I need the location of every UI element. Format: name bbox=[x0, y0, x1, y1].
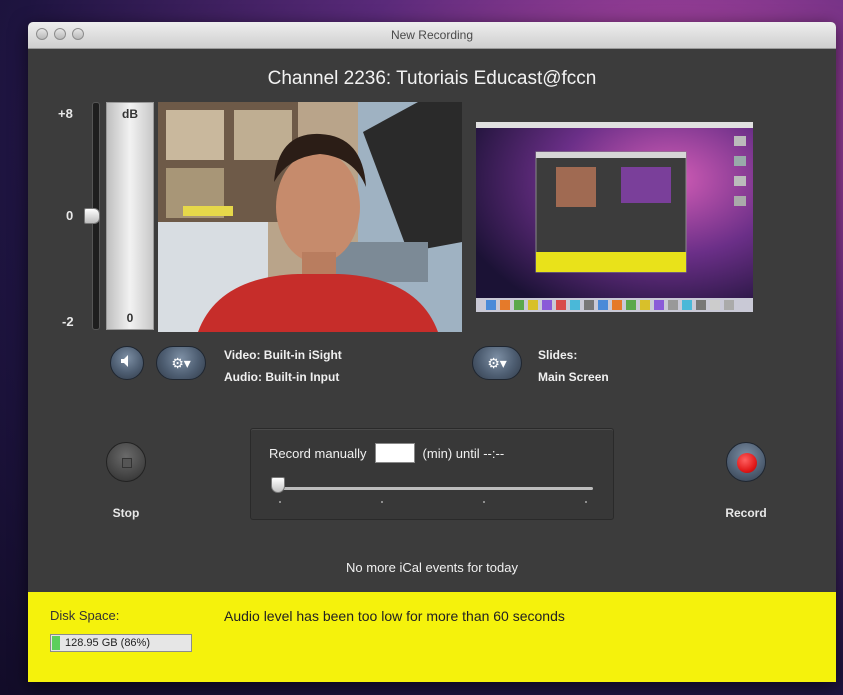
recording-window: New Recording Channel 2236: Tutoriais Ed… bbox=[28, 22, 836, 682]
camera-preview bbox=[158, 102, 462, 332]
slider-tick bbox=[279, 501, 281, 503]
slider-tick bbox=[585, 501, 587, 503]
gain-max-label: +8 bbox=[58, 106, 73, 121]
audio-level-meter: dB 0 bbox=[106, 102, 154, 330]
disk-space-fill bbox=[52, 636, 60, 650]
window-title: New Recording bbox=[390, 28, 474, 42]
gear-icon: ⚙▾ bbox=[487, 354, 507, 371]
gain-min-label: -2 bbox=[62, 314, 74, 329]
stop-icon bbox=[122, 458, 132, 468]
gear-icon: ⚙▾ bbox=[171, 354, 191, 371]
audio-warning: Audio level has been too low for more th… bbox=[224, 608, 565, 624]
record-manually-row: Record manually (min) until --:-- bbox=[269, 443, 504, 463]
meter-unit-label: dB bbox=[122, 107, 138, 121]
slides-source: Slides: Main Screen bbox=[538, 344, 609, 388]
gain-slider-knob[interactable] bbox=[84, 208, 100, 224]
record-manually-label: Record manually bbox=[269, 445, 367, 461]
ical-status: No more iCal events for today bbox=[346, 560, 518, 575]
slides-label: Slides: bbox=[538, 348, 578, 362]
duration-slider-track[interactable] bbox=[279, 487, 593, 490]
record-label: Record bbox=[725, 506, 767, 520]
channel-title: Channel 2236: Tutoriais Educast@fccn bbox=[267, 68, 597, 89]
video-settings-button[interactable]: ⚙▾ bbox=[156, 346, 206, 380]
speaker-icon bbox=[119, 353, 135, 374]
slides-value: Main Screen bbox=[538, 370, 609, 384]
gain-zero-label: 0 bbox=[66, 208, 74, 223]
mute-button[interactable] bbox=[110, 346, 144, 380]
video-source-value: Built-in iSight bbox=[263, 348, 342, 362]
slider-tick bbox=[381, 501, 383, 503]
slides-settings-button[interactable]: ⚙▾ bbox=[472, 346, 522, 380]
stop-label: Stop bbox=[112, 506, 140, 520]
audio-source-value: Built-in Input bbox=[265, 370, 340, 384]
record-button[interactable] bbox=[726, 442, 766, 482]
disk-space-value: 128.95 GB (86%) bbox=[65, 637, 150, 649]
record-icon bbox=[737, 453, 757, 473]
title-bar: New Recording bbox=[28, 22, 836, 49]
record-duration-panel: Record manually (min) until --:-- bbox=[250, 428, 614, 520]
audio-source-label: Audio: bbox=[224, 370, 262, 384]
disk-space-label: Disk Space: bbox=[50, 608, 120, 623]
stop-button[interactable] bbox=[106, 442, 146, 482]
status-bar: Disk Space: 128.95 GB (86%) Audio level … bbox=[28, 592, 836, 682]
minutes-input[interactable] bbox=[374, 443, 415, 463]
min-until-label: (min) until --:-- bbox=[422, 445, 505, 461]
slides-preview bbox=[476, 122, 753, 312]
meter-level-label: 0 bbox=[126, 311, 134, 325]
video-audio-source: Video: Built-in iSight Audio: Built-in I… bbox=[224, 344, 342, 388]
disk-space-indicator: 128.95 GB (86%) bbox=[50, 634, 192, 652]
duration-slider-thumb[interactable] bbox=[271, 477, 285, 493]
video-source-label: Video: bbox=[224, 348, 261, 362]
slider-tick bbox=[483, 501, 485, 503]
